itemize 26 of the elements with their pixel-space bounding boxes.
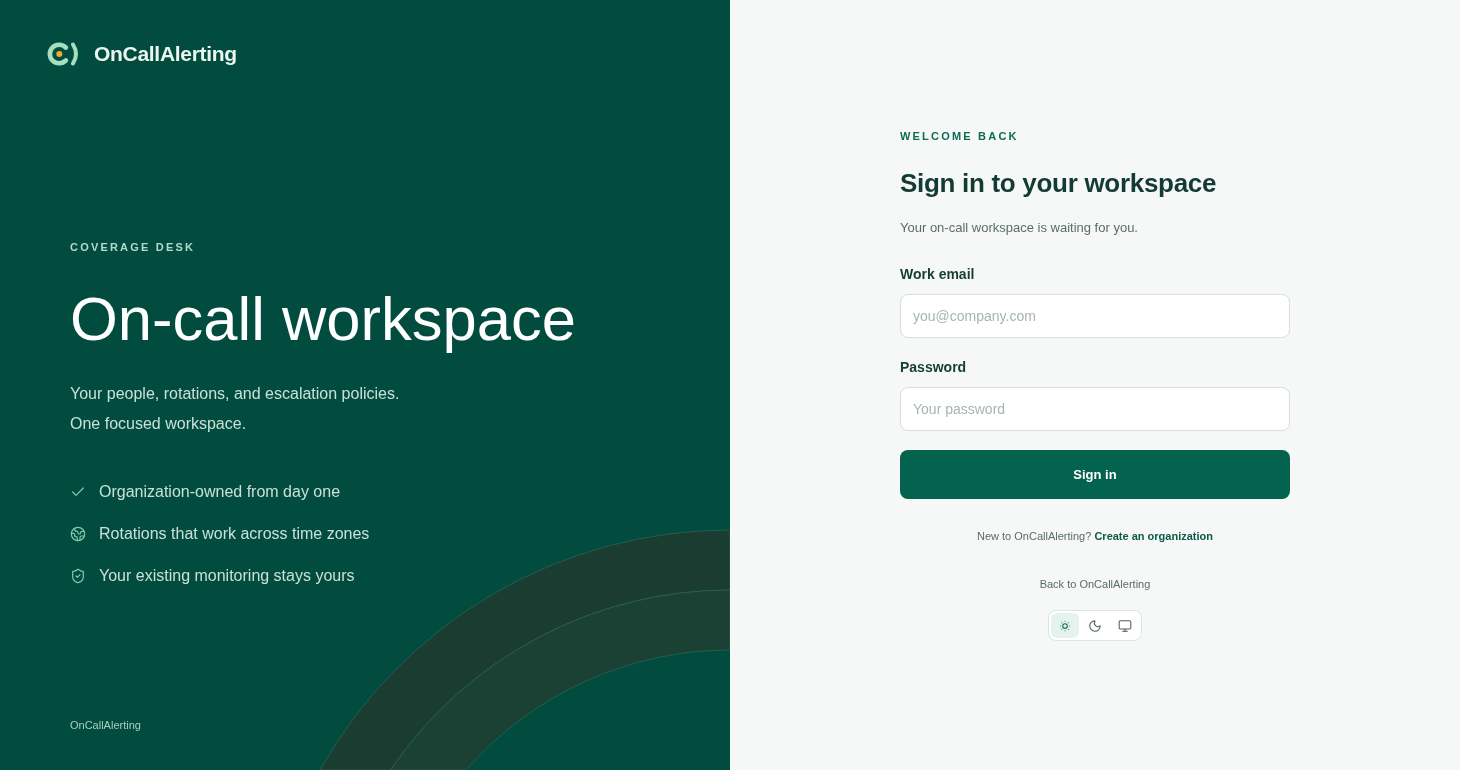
back-link[interactable]: Back to OnCallAlerting (1039, 577, 1151, 591)
hero-title: On-call workspace (70, 285, 576, 353)
email-field[interactable]: you@company.com (900, 294, 1290, 338)
monitor-icon (1118, 618, 1132, 633)
light-theme-button[interactable] (1051, 613, 1079, 638)
field-label: Work email (900, 265, 975, 283)
field-label: Password (900, 358, 967, 376)
logo-icon (47, 40, 80, 68)
sign-in-button[interactable]: Sign in (900, 450, 1290, 499)
footer-brand: OnCallAlerting (70, 719, 141, 731)
shield-check-icon (70, 568, 86, 584)
form-subtitle: Your on-call workspace is waiting for you. (900, 220, 1139, 236)
signup-prompt: New to OnCallAlerting? Create an organization (977, 529, 1213, 543)
section-eyebrow: COVERAGE DESK (70, 240, 196, 254)
sun-icon (1058, 618, 1072, 633)
password-field[interactable]: Your password (900, 387, 1290, 431)
welcome-eyebrow: WELCOME BACK (900, 129, 1020, 143)
create-organization-link[interactable]: Create an organization (1094, 530, 1213, 542)
hero-description: Your people, rotations, and escalation policies. One focused workspace. (70, 384, 401, 434)
brand-name: OnCallAlerting (94, 42, 237, 66)
feature-text: Organization-owned from day one (99, 483, 341, 501)
moon-icon (1088, 618, 1102, 633)
feature-text: Rotations that work across time zones (99, 525, 370, 543)
globe-icon (70, 526, 86, 542)
form-title: Sign in to your workspace (900, 167, 1218, 199)
feature-text: Your existing monitoring stays yours (99, 567, 355, 585)
